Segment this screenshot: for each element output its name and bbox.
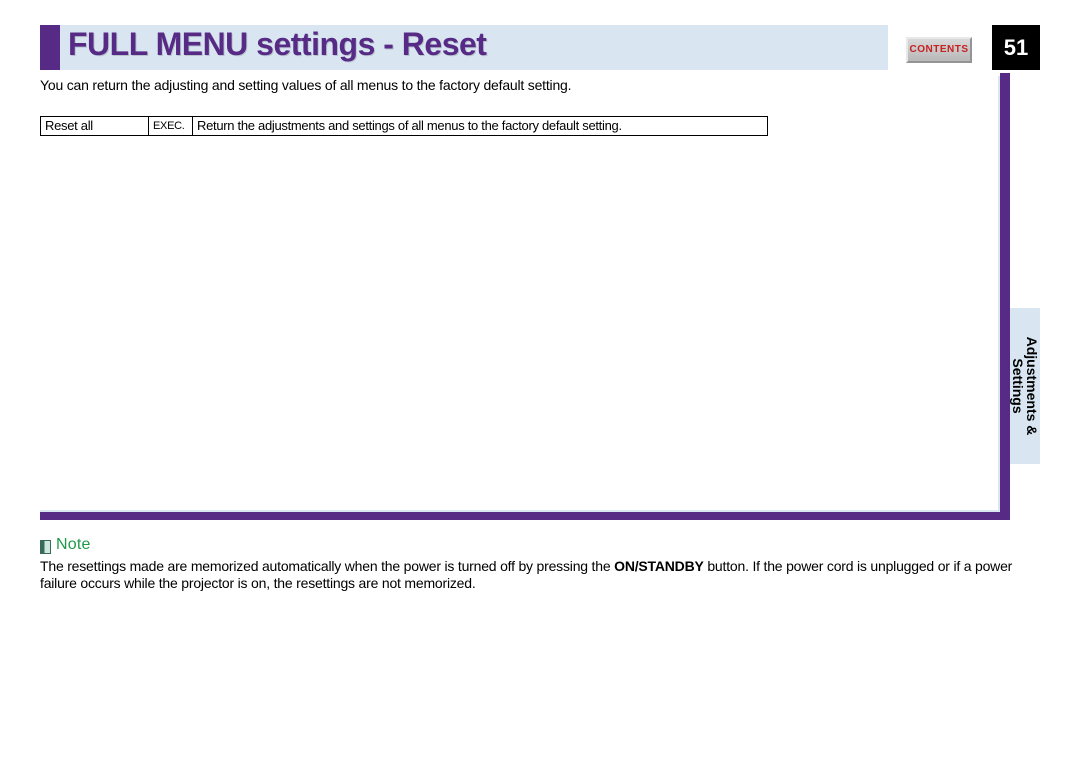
option-name-cell: Reset all: [41, 117, 149, 136]
page-number: 51: [992, 25, 1040, 70]
contents-button[interactable]: CONTENTS: [906, 37, 972, 63]
note-body-before: The resettings made are memorized automa…: [40, 558, 614, 574]
section-tab-label: Adjustments & Settings: [1011, 337, 1039, 436]
content-frame-right-inner: [998, 76, 1000, 514]
content-frame-bottom: [40, 512, 1010, 520]
header-accent-strip: [40, 25, 60, 70]
note-body-bold: ON/STANDBY: [614, 558, 704, 574]
option-desc-cell: Return the adjustments and settings of a…: [193, 117, 768, 136]
intro-text: You can return the adjusting and setting…: [40, 77, 571, 93]
table-row: Reset all EXEC. Return the adjustments a…: [41, 117, 768, 136]
note-body: The resettings made are memorized automa…: [40, 558, 1040, 592]
section-tab[interactable]: Adjustments & Settings: [1010, 308, 1040, 464]
reset-options-table: Reset all EXEC. Return the adjustments a…: [40, 116, 768, 136]
note-label: Note: [56, 536, 91, 554]
content-frame-right: [1000, 73, 1010, 520]
section-tab-line2: Settings: [1010, 358, 1026, 413]
section-tab-line1: Adjustments &: [1024, 337, 1040, 436]
manual-page: FULL MENU settings - Reset CONTENTS 51 Y…: [0, 0, 1080, 764]
option-action-cell: EXEC.: [149, 117, 193, 136]
note-icon: [40, 540, 51, 554]
page-title: FULL MENU settings - Reset: [68, 26, 486, 63]
